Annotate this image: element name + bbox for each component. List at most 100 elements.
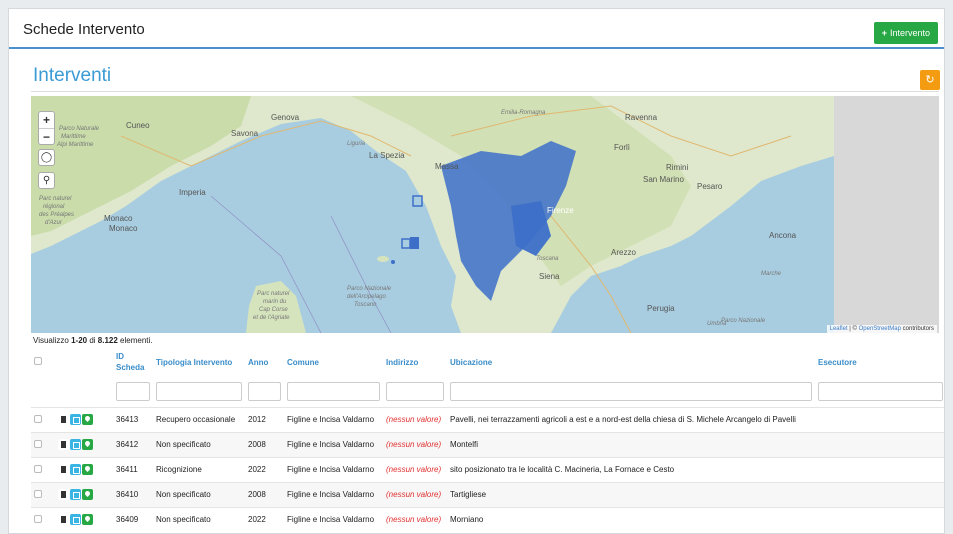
cell-ubicazione: Morniano <box>450 515 484 525</box>
section-title: Interventi <box>33 65 112 86</box>
map-label: Ancona <box>769 231 797 240</box>
attribution-tail: contributors <box>900 326 934 332</box>
filter-anno-input[interactable] <box>248 382 281 402</box>
edit-icon[interactable] <box>70 439 81 450</box>
row-actions <box>55 457 113 482</box>
edit-icon[interactable] <box>70 464 81 475</box>
map-label: Cap Corse <box>259 307 288 313</box>
filter-cell <box>31 377 55 407</box>
map-label: Toscana <box>536 256 559 262</box>
app-frame: Schede Intervento + Intervento Interventi… <box>8 8 945 534</box>
map-label: Marittime <box>61 134 86 140</box>
map-label: Toscano <box>354 302 377 308</box>
select-all-checkbox[interactable] <box>34 357 42 365</box>
row-checkbox[interactable] <box>34 489 42 498</box>
cell-comune: Figline e Incisa Valdarno <box>287 490 375 499</box>
row-actions <box>55 407 113 432</box>
zoom-out-button[interactable]: − <box>39 128 54 144</box>
view-document-icon[interactable] <box>58 489 69 500</box>
cell-esecutore <box>815 457 944 482</box>
map-search-button[interactable]: ⚲ <box>38 172 55 189</box>
row-checkbox[interactable] <box>34 514 42 523</box>
cell-id: 36409 <box>116 515 139 525</box>
page-title: Schede Intervento <box>23 21 145 38</box>
view-document-icon[interactable] <box>58 514 69 526</box>
column-header-anno[interactable]: Anno <box>245 347 284 377</box>
filter-ubicazione-input[interactable] <box>450 382 812 402</box>
map-canvas[interactable] <box>31 96 939 333</box>
filter-tipologia-input[interactable] <box>156 382 242 402</box>
view-document-icon[interactable] <box>58 414 69 425</box>
map-label: dell'Arcipelago <box>347 294 386 300</box>
cell-indirizzo: (nessun valore) <box>386 515 442 525</box>
table-row[interactable]: 36411 Ricognizione 2022 Figline e Incisa… <box>31 457 944 482</box>
attribution-separator: | © <box>847 326 859 332</box>
row-actions <box>55 432 113 457</box>
map-label: La Spezia <box>369 151 405 160</box>
count-suffix: elementi. <box>117 336 153 345</box>
add-button-label: Intervento <box>889 28 930 38</box>
filter-id-input[interactable] <box>116 382 150 402</box>
zoom-in-button[interactable]: + <box>39 112 54 128</box>
edit-icon[interactable] <box>70 514 81 526</box>
draw-polygon-button[interactable]: ◯ <box>38 149 55 166</box>
cell-comune: Figline e Incisa Valdarno <box>287 415 375 424</box>
row-select-cell <box>31 457 55 482</box>
filter-cell <box>55 377 113 407</box>
cell-indirizzo: (nessun valore) <box>386 440 442 449</box>
maritime-boundary <box>330 215 392 333</box>
filter-cell <box>153 377 245 407</box>
view-document-icon[interactable] <box>58 464 69 475</box>
filter-comune-input[interactable] <box>287 382 380 402</box>
column-header-id[interactable]: ID Scheda <box>113 347 153 377</box>
count-total: 8.122 <box>97 336 118 345</box>
map-marker-icon[interactable] <box>82 414 93 425</box>
row-checkbox[interactable] <box>34 464 42 473</box>
land-elba <box>377 256 389 262</box>
map-marker-icon[interactable] <box>82 464 93 475</box>
edit-icon[interactable] <box>70 489 81 500</box>
cell-ubicazione: Montelfi <box>450 440 479 449</box>
filter-cell <box>383 377 447 407</box>
filter-indirizzo-input[interactable] <box>386 382 444 402</box>
cell-esecutore <box>815 482 944 507</box>
map-marker-icon[interactable] <box>82 489 93 500</box>
map[interactable]: + − ◯ ⚲ Cuneo Genova Savona Imperia Mona… <box>31 96 939 333</box>
map-unloaded-tiles <box>834 96 939 333</box>
map-label: Ravenna <box>625 113 658 122</box>
table-row[interactable]: 36412 Non specificato 2008 Figline e Inc… <box>31 432 944 457</box>
cell-esecutore <box>815 432 944 457</box>
osm-link[interactable]: OpenStreetMap <box>859 326 901 332</box>
section-divider <box>31 91 939 92</box>
edit-icon[interactable] <box>70 414 81 425</box>
row-select-cell <box>31 482 55 507</box>
column-header-esecutore[interactable]: Esecutore <box>815 347 944 377</box>
map-label: Parc naturel <box>39 196 72 202</box>
table-row[interactable]: 36410 Non specificato 2008 Figline e Inc… <box>31 482 944 507</box>
column-header-tipologia[interactable]: Tipologia Intervento <box>153 347 245 377</box>
cell-comune: Figline e Incisa Valdarno <box>287 465 375 474</box>
cell-indirizzo: (nessun valore) <box>386 465 442 474</box>
row-checkbox[interactable] <box>34 414 42 423</box>
column-header-ubicazione[interactable]: Ubicazione <box>447 347 815 377</box>
count-range: 1-20 <box>71 336 88 345</box>
map-marker-icon[interactable] <box>82 514 93 526</box>
cell-tipologia: Recupero occasionale <box>156 415 236 424</box>
map-label: Pesaro <box>697 182 723 191</box>
row-checkbox[interactable] <box>34 439 42 448</box>
map-marker-icon[interactable] <box>82 439 93 450</box>
column-header-indirizzo[interactable]: Indirizzo <box>383 347 447 377</box>
map-label: Cuneo <box>126 121 150 130</box>
add-intervento-button[interactable]: + Intervento <box>873 22 938 44</box>
map-label: Massa <box>435 162 459 171</box>
view-document-icon[interactable] <box>58 439 69 450</box>
table-row[interactable]: 36409 Non specificato 2022 Figline e Inc… <box>31 507 944 532</box>
leaflet-link[interactable]: Leaflet <box>830 326 848 332</box>
refresh-button[interactable]: ↻ <box>920 70 940 90</box>
filter-esecutore-input[interactable] <box>818 382 943 402</box>
table-row[interactable]: 36413 Recupero occasionale 2012 Figline … <box>31 407 944 432</box>
column-header-comune[interactable]: Comune <box>284 347 383 377</box>
cell-id: 36413 <box>116 415 139 424</box>
filter-cell <box>447 377 815 407</box>
map-label: Parco Naturale <box>59 126 100 132</box>
